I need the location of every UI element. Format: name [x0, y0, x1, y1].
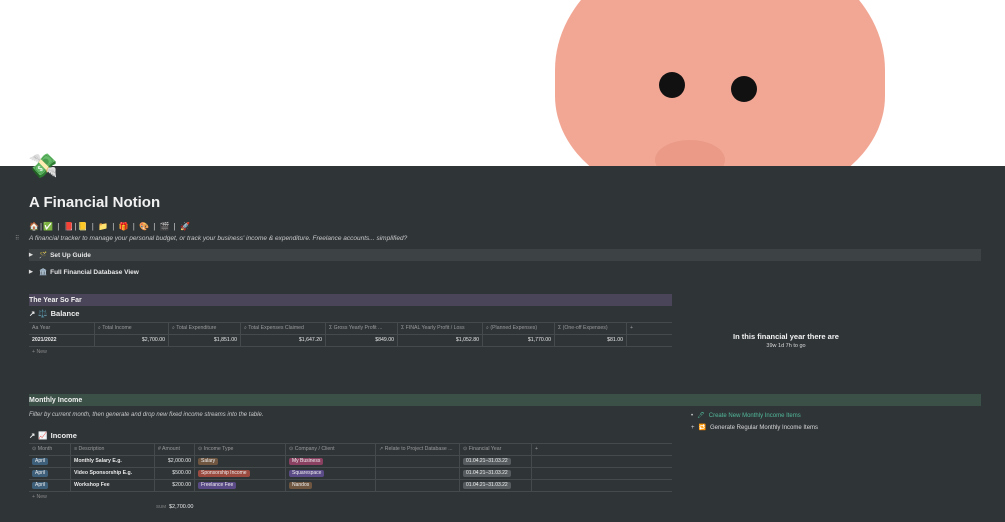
pig-eye-left [659, 72, 685, 98]
balance-table: Aa Year ⌕ Total Income ⌕ Total Expenditu… [29, 322, 672, 358]
cover-image[interactable] [0, 0, 1005, 166]
amount-sum[interactable]: SUM $2,700.00 [156, 504, 193, 510]
column-header[interactable]: ⌕ Total Expenditure [169, 323, 241, 334]
money-wings-icon[interactable]: 💸 [28, 152, 58, 182]
toggle-triangle-icon[interactable]: ▶ [29, 269, 39, 275]
emoji-nav-row[interactable]: 🏠|✅ | 📕|📒 | 📁 | 🎁 | 🎨 | 🎬 | 🚀 [29, 222, 191, 231]
column-header[interactable]: ⊙ Income Type [195, 444, 286, 455]
bullet-icon: • [691, 412, 694, 419]
pig-eye-right [731, 76, 757, 102]
section-heading: The Year So Far [29, 296, 82, 304]
countdown-value: 39w 1d 7h to go [766, 343, 806, 349]
income-table: ⊙ Month ≡ Description # Amount ⊙ Income … [29, 443, 672, 503]
new-row-button[interactable]: + New [29, 492, 672, 503]
table-row[interactable]: April Video Sponsorship E.g. $500.00 Spo… [29, 468, 672, 480]
column-header[interactable]: ≡ Description [71, 444, 155, 455]
section-year-so-far: The Year So Far [29, 294, 672, 306]
column-header[interactable]: ⊙ Company / Client [286, 444, 376, 455]
add-column-button[interactable]: + [532, 444, 672, 455]
column-header[interactable]: Σ FINAL Yearly Profit / Loss [398, 323, 483, 334]
section-monthly-income: Monthly Income [29, 394, 981, 406]
db-title-income[interactable]: ↗ 📈 Income [29, 431, 77, 440]
column-header[interactable]: ↗ Relate to Project Database ... [376, 444, 460, 455]
toggle-label: Set Up Guide [50, 251, 91, 259]
chart-icon: 📈 [38, 431, 48, 440]
table-row[interactable]: April Workshop Fee $200.00 Freelance Fee… [29, 480, 672, 492]
new-row-button[interactable]: + New [29, 347, 672, 358]
column-header[interactable]: # Amount [155, 444, 195, 455]
repeat-icon: 🔁 [698, 425, 706, 431]
column-header[interactable]: Aa Year [29, 323, 95, 334]
section-heading: Monthly Income [29, 396, 83, 404]
link-arrow-icon: ↗ [29, 431, 36, 440]
scale-icon: ⚖️ [38, 309, 48, 318]
countdown-title: In this financial year there are [733, 332, 839, 341]
column-header[interactable]: ⊙ Month [29, 444, 71, 455]
wand-icon: 🪄 [39, 252, 48, 259]
toggle-full-database[interactable]: ▶ 🏛️ Full Financial Database View [29, 266, 139, 278]
table-header-row: Aa Year ⌕ Total Income ⌕ Total Expenditu… [29, 322, 672, 335]
column-header[interactable]: Σ (One-off Expenses) [555, 323, 627, 334]
column-header[interactable]: ⌕ (Planned Expenses) [483, 323, 555, 334]
drag-handle-icon[interactable]: ⠿ [15, 235, 19, 242]
toggle-triangle-icon[interactable]: ▶ [29, 252, 39, 258]
generate-income-button[interactable]: + 🔁 Generate Regular Monthly Income Item… [691, 424, 818, 432]
toggle-label: Full Financial Database View [50, 268, 139, 276]
add-icon: + [691, 424, 695, 431]
create-income-button[interactable]: • 🖊 Create New Monthly Income Items [691, 412, 801, 420]
page-description: A financial tracker to manage your perso… [29, 235, 408, 242]
piggy-bank [555, 0, 885, 166]
db-title-balance[interactable]: ↗ ⚖️ Balance [29, 309, 79, 318]
pen-icon: 🖊 [697, 413, 705, 419]
link-arrow-icon: ↗ [29, 309, 36, 318]
table-row[interactable]: April Monthly Salary E.g. $2,000.00 Sala… [29, 456, 672, 468]
toggle-setup-guide[interactable]: ▶ 🪄 Set Up Guide [29, 249, 981, 261]
column-header[interactable]: ⌕ Total Income [95, 323, 169, 334]
table-header-row: ⊙ Month ≡ Description # Amount ⊙ Income … [29, 443, 672, 456]
add-column-button[interactable]: + [627, 323, 672, 334]
column-header[interactable]: ⌕ Total Expenses Claimed [241, 323, 326, 334]
bank-icon: 🏛️ [39, 269, 48, 276]
column-header[interactable]: Σ Gross Yearly Profit ... [326, 323, 398, 334]
column-header[interactable]: ⊙ Financial Year [460, 444, 532, 455]
filter-instructions: Filter by current month, then generate a… [29, 412, 264, 418]
table-row[interactable]: 2021/2022 $2,700.00 $1,851.00 $1,647.20 … [29, 335, 672, 347]
page-title[interactable]: A Financial Notion [29, 194, 160, 211]
